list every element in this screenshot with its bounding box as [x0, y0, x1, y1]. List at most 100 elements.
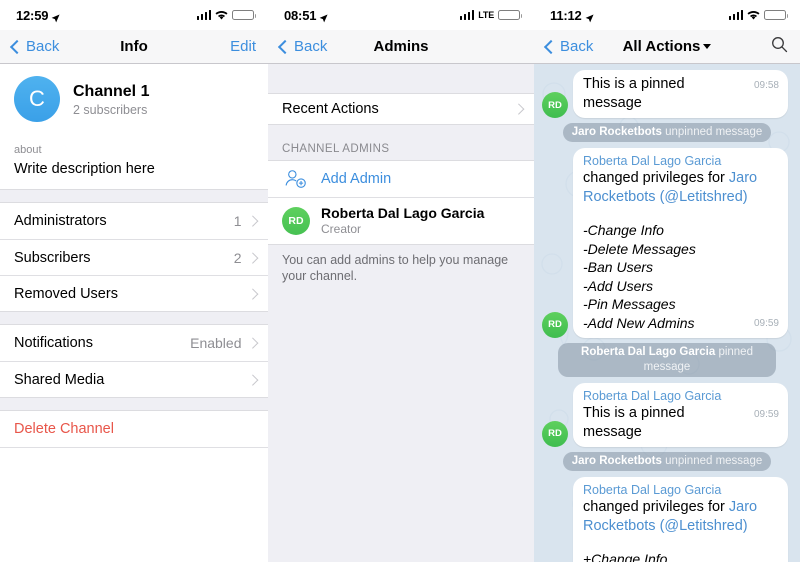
message-text-prefix: changed privileges for [583, 170, 729, 186]
search-icon[interactable] [771, 36, 788, 58]
service-message[interactable]: Jaro Rocketbots unpinned message [562, 451, 772, 471]
about-text: Write description here [14, 161, 155, 177]
back-button-actions[interactable]: Back [543, 38, 594, 55]
message-sender: Roberta Dal Lago Garcia [583, 388, 722, 403]
phone-panel-admins: 08:51 LTE Back Admins Recent Actions CHA… [268, 0, 534, 562]
admin-role: Creator [321, 222, 362, 236]
message-bubble[interactable]: Roberta Dal Lago Garcia 09:59 This is a p… [573, 382, 788, 447]
row-removed-users[interactable]: Removed Users [0, 275, 268, 311]
service-message[interactable]: Roberta Dal Lago Garcia pinned message [558, 342, 776, 377]
row-label: Removed Users [14, 285, 118, 302]
phone-panel-all-actions: 11:12 Back All Actions RD 09:58 This is … [534, 0, 800, 562]
back-label: Back [560, 38, 594, 55]
permission-item: -Add New Admins [583, 314, 695, 331]
wifi-icon [747, 8, 760, 23]
signal-bars-icon [728, 10, 743, 20]
admins-body: Recent Actions CHANNEL ADMINS Add Admin [268, 64, 534, 562]
chevron-right-icon [246, 215, 258, 227]
row-administrators[interactable]: Administrators 1 [0, 203, 268, 239]
service-action: unpinned message [665, 454, 763, 467]
chat-message[interactable]: RD Roberta Dal Lago Garcia changed privi… [542, 476, 792, 562]
chevron-left-icon [543, 39, 559, 54]
settings-group: Notifications Enabled Shared Media [0, 325, 268, 397]
message-text: changed privileges for Jaro Rocketbots (… [583, 498, 779, 536]
chevron-left-icon [277, 39, 293, 54]
location-arrow-icon [51, 11, 60, 22]
message-text-prefix: changed privileges for [583, 498, 729, 515]
chevron-right-icon [246, 252, 258, 263]
chat-message[interactable]: RD Roberta Dal Lago Garcia 09:59 This is … [542, 382, 792, 447]
back-button-info[interactable]: Back [9, 38, 59, 55]
section-divider [0, 397, 268, 411]
admin-row-roberta[interactable]: RD Roberta Dal Lago Garcia Creator [268, 197, 534, 244]
chat-message[interactable]: RD Roberta Dal Lago Garcia changed privi… [542, 148, 792, 338]
channel-header-text: Channel 1 2 subscribers [73, 82, 149, 117]
about-block[interactable]: about Write description here [0, 136, 268, 189]
channel-name: Channel 1 [73, 82, 150, 100]
status-bar-right [728, 8, 788, 23]
delete-channel-label: Delete Channel [14, 421, 114, 437]
permission-item: +Change Info [583, 550, 668, 562]
row-notifications[interactable]: Notifications Enabled [0, 325, 268, 361]
avatar: RD [542, 311, 568, 338]
avatar: RD [282, 207, 310, 235]
admins-empty-space [268, 284, 534, 562]
permission-item: -Change Info [583, 222, 664, 238]
service-actor: Roberta Dal Lago Garcia [581, 345, 716, 358]
message-bubble[interactable]: Roberta Dal Lago Garcia changed privileg… [573, 476, 788, 562]
row-label: Notifications [14, 335, 93, 351]
status-bar-left: 12:59 [16, 8, 60, 23]
nav-bar-info: Back Info Edit [0, 30, 268, 64]
three-phone-screenshots: 12:59 Back Info Edit C Channel 1 2 subsc… [0, 0, 800, 562]
section-divider [0, 311, 268, 325]
channel-subscribers: 2 subscribers [73, 102, 148, 117]
add-admin-row[interactable]: Add Admin [268, 161, 534, 197]
status-time: 11:12 [550, 7, 582, 23]
row-subscribers[interactable]: Subscribers 2 [0, 239, 268, 275]
avatar: RD [542, 92, 568, 118]
service-message[interactable]: Jaro Rocketbots unpinned message [562, 123, 772, 142]
battery-icon [764, 9, 788, 21]
message-text: changed privileges for Jaro Rocketbots (… [583, 169, 779, 207]
admin-row-text: Roberta Dal Lago Garcia Creator [321, 205, 484, 237]
permission-item: -Add Users [583, 277, 654, 294]
danger-group: Delete Channel [0, 411, 268, 447]
row-shared-media[interactable]: Shared Media [0, 361, 268, 397]
chat-message[interactable]: RD 09:58 This is a pinned message [542, 70, 792, 118]
service-actor: Jaro Rocketbots [571, 454, 662, 467]
message-bubble[interactable]: 09:58 This is a pinned message [573, 70, 788, 118]
row-label: Shared Media [14, 371, 105, 388]
recent-actions-label: Recent Actions [282, 101, 379, 117]
permission-item: -Delete Messages [583, 240, 696, 257]
chat-messages: RD 09:58 This is a pinned message Jaro R… [534, 64, 800, 562]
message-text: This is a pinned message [583, 76, 685, 111]
carrier-label: LTE [478, 10, 494, 20]
chevron-right-icon [512, 103, 524, 115]
about-label: about [14, 144, 42, 156]
status-time: 12:59 [16, 7, 49, 23]
row-label: Administrators [14, 213, 107, 229]
status-bar-info: 12:59 [0, 0, 268, 30]
row-delete-channel[interactable]: Delete Channel [0, 411, 268, 447]
section-header-channel-admins: CHANNEL ADMINS [268, 125, 534, 160]
admin-name: Roberta Dal Lago Garcia [321, 205, 485, 221]
message-bubble[interactable]: Roberta Dal Lago Garcia changed privileg… [573, 148, 788, 338]
phone-panel-channel-info: 12:59 Back Info Edit C Channel 1 2 subsc… [0, 0, 268, 562]
row-value: Enabled [190, 335, 242, 351]
chat-log[interactable]: RD 09:58 This is a pinned message Jaro R… [534, 64, 800, 562]
wifi-icon [215, 8, 228, 23]
channel-header[interactable]: C Channel 1 2 subscribers [0, 64, 268, 136]
chevron-right-icon [246, 337, 258, 349]
chevron-right-icon [246, 374, 258, 385]
recent-actions-row[interactable]: Recent Actions [268, 93, 534, 125]
row-value: 2 [233, 249, 242, 266]
back-button-admins[interactable]: Back [277, 38, 327, 55]
message-sender: Roberta Dal Lago Garcia [583, 154, 722, 168]
message-sender: Roberta Dal Lago Garcia [583, 482, 722, 497]
section-divider [0, 189, 268, 203]
edit-button[interactable]: Edit [230, 38, 256, 55]
service-message-row: Jaro Rocketbots unpinned message [542, 451, 792, 471]
service-message-row: Jaro Rocketbots unpinned message [542, 123, 792, 142]
chevron-down-icon [703, 44, 712, 49]
all-actions-label: All Actions [622, 38, 701, 55]
